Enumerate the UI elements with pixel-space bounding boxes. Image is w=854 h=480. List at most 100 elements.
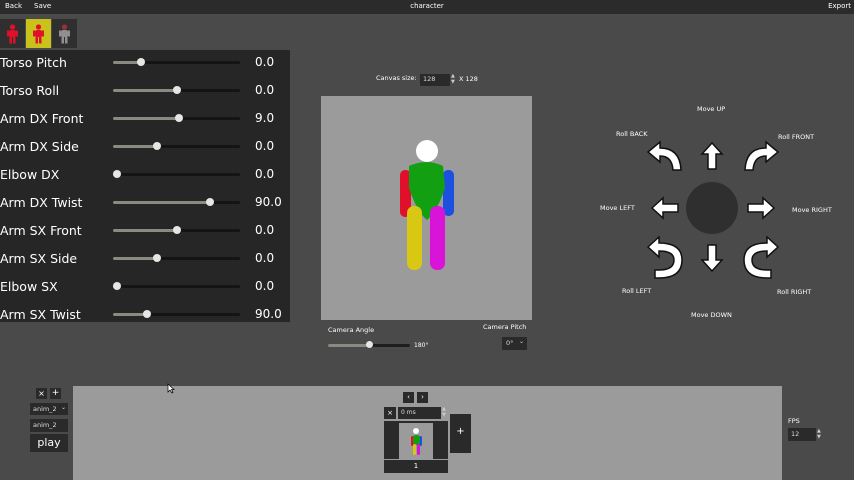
slider-track[interactable]: [113, 310, 240, 318]
move-down-label: Move DOWN: [691, 311, 732, 319]
move-left-label: Move LEFT: [600, 204, 635, 212]
slider-value: 0.0: [255, 279, 275, 293]
slider-track[interactable]: [113, 198, 240, 206]
slider-label: Arm SX Side: [0, 251, 78, 266]
canvas-size-stepper[interactable]: ▲ ▼: [451, 73, 455, 85]
slider-fill: [113, 145, 158, 148]
frame-number: 1: [384, 460, 448, 473]
frame-duration-input[interactable]: 0 ms: [398, 407, 441, 419]
slider-track[interactable]: [113, 114, 240, 122]
move-center-pad[interactable]: [686, 182, 738, 234]
slider-track[interactable]: [113, 86, 240, 94]
slider-knob[interactable]: [143, 310, 152, 318]
camera-angle-label: Camera Angle: [328, 326, 375, 334]
canvas-size-input[interactable]: 128: [420, 74, 450, 86]
fps-stepper[interactable]: ▲ ▼: [817, 428, 821, 440]
back-button[interactable]: Back: [5, 2, 22, 10]
prev-frame-button[interactable]: ‹: [403, 392, 414, 403]
slider-fill: [113, 117, 180, 120]
roll-back-arrow-icon[interactable]: [646, 140, 684, 174]
figure-leg-sx: [430, 206, 445, 270]
canvas-size-suffix: X 128: [459, 75, 478, 83]
slider-value: 0.0: [255, 83, 275, 97]
slider-fill: [113, 313, 148, 316]
move-left-arrow-icon[interactable]: [650, 196, 680, 220]
camera-angle-fill: [328, 344, 369, 347]
figure-ghost-icon: [59, 24, 70, 44]
slider-row: Arm SX Twist 90.0: [0, 304, 290, 324]
slider-track[interactable]: [113, 142, 240, 150]
slider-value: 0.0: [255, 251, 275, 265]
remove-animation-button[interactable]: ×: [36, 388, 47, 399]
slider-value: 90.0: [255, 307, 282, 321]
animation-name-input[interactable]: anim_2: [30, 419, 68, 432]
roll-right-arrow-icon[interactable]: [741, 236, 781, 280]
export-button[interactable]: Export: [828, 2, 851, 10]
roll-back-label: Roll BACK: [616, 130, 648, 138]
camera-pitch-select[interactable]: 0° ⌄: [502, 337, 527, 350]
slider-value: 0.0: [255, 167, 275, 181]
slider-label: Arm SX Twist: [0, 307, 81, 322]
delete-frame-button[interactable]: ×: [384, 407, 396, 419]
frame-duration-stepper[interactable]: ▲ ▼: [442, 406, 446, 418]
slider-track[interactable]: [112, 170, 240, 178]
add-frame-button[interactable]: +: [450, 414, 471, 453]
slider-knob[interactable]: [136, 58, 145, 66]
slider-track[interactable]: [113, 226, 240, 234]
ghost-tool-button[interactable]: [52, 19, 77, 48]
character-viewport[interactable]: [321, 96, 532, 320]
slider-fill: [113, 257, 158, 260]
slider-label: Arm DX Front: [0, 111, 84, 126]
window-title: character: [410, 2, 444, 10]
slider-value: 0.0: [255, 223, 275, 237]
save-button[interactable]: Save: [34, 2, 51, 10]
slider-label: Arm DX Side: [0, 139, 79, 154]
pose-tool-button[interactable]: [26, 19, 51, 48]
animation-select[interactable]: anim_2 ⌄: [30, 403, 68, 415]
slider-label: Torso Roll: [0, 83, 60, 98]
slider-fill: [113, 229, 177, 232]
roll-front-label: Roll FRONT: [778, 133, 815, 141]
roll-front-arrow-icon[interactable]: [742, 140, 780, 174]
mouse-cursor-icon: [167, 383, 175, 394]
slider-knob[interactable]: [205, 198, 214, 206]
camera-angle-slider[interactable]: [328, 341, 410, 348]
play-button[interactable]: play: [30, 434, 68, 452]
move-right-label: Move RIGHT: [792, 206, 832, 214]
slider-label: Elbow DX: [0, 167, 60, 182]
slider-label: Arm DX Twist: [0, 195, 83, 210]
slider-knob[interactable]: [112, 170, 121, 178]
slider-fill: [113, 201, 210, 204]
slider-label: Elbow SX: [0, 279, 58, 294]
slider-track[interactable]: [113, 254, 240, 262]
add-animation-button[interactable]: +: [50, 388, 61, 399]
move-down-arrow-icon[interactable]: [700, 243, 724, 273]
slider-track[interactable]: [112, 282, 240, 290]
slider-track[interactable]: [113, 58, 240, 66]
next-frame-button[interactable]: ›: [417, 392, 428, 403]
slider-knob[interactable]: [175, 114, 184, 122]
roll-left-arrow-icon[interactable]: [645, 236, 685, 280]
camera-angle-knob[interactable]: [366, 341, 373, 348]
figure-pose-icon: [33, 24, 44, 44]
fps-input[interactable]: 12: [788, 428, 816, 441]
slider-row: Elbow DX 0.0: [0, 164, 290, 184]
slider-row: Elbow SX 0.0: [0, 276, 290, 296]
figure-head: [416, 140, 438, 162]
slider-knob[interactable]: [153, 254, 162, 262]
slider-knob[interactable]: [172, 86, 181, 94]
character-figure: [400, 140, 454, 270]
chevron-down-icon: ⌄: [60, 404, 66, 411]
slider-label: Torso Pitch: [0, 55, 67, 70]
slider-row: Arm SX Side 0.0: [0, 248, 290, 268]
figure-red-icon: [7, 24, 18, 44]
slider-knob[interactable]: [112, 282, 121, 290]
roll-right-label: Roll RIGHT: [777, 288, 812, 296]
move-up-arrow-icon[interactable]: [700, 141, 724, 171]
move-right-arrow-icon[interactable]: [746, 196, 776, 220]
slider-knob[interactable]: [172, 226, 181, 234]
slider-knob[interactable]: [153, 142, 162, 150]
canvas-size-label: Canvas size:: [376, 74, 417, 82]
body-tool-button[interactable]: [0, 19, 25, 48]
frame-figure-icon: [411, 428, 422, 455]
